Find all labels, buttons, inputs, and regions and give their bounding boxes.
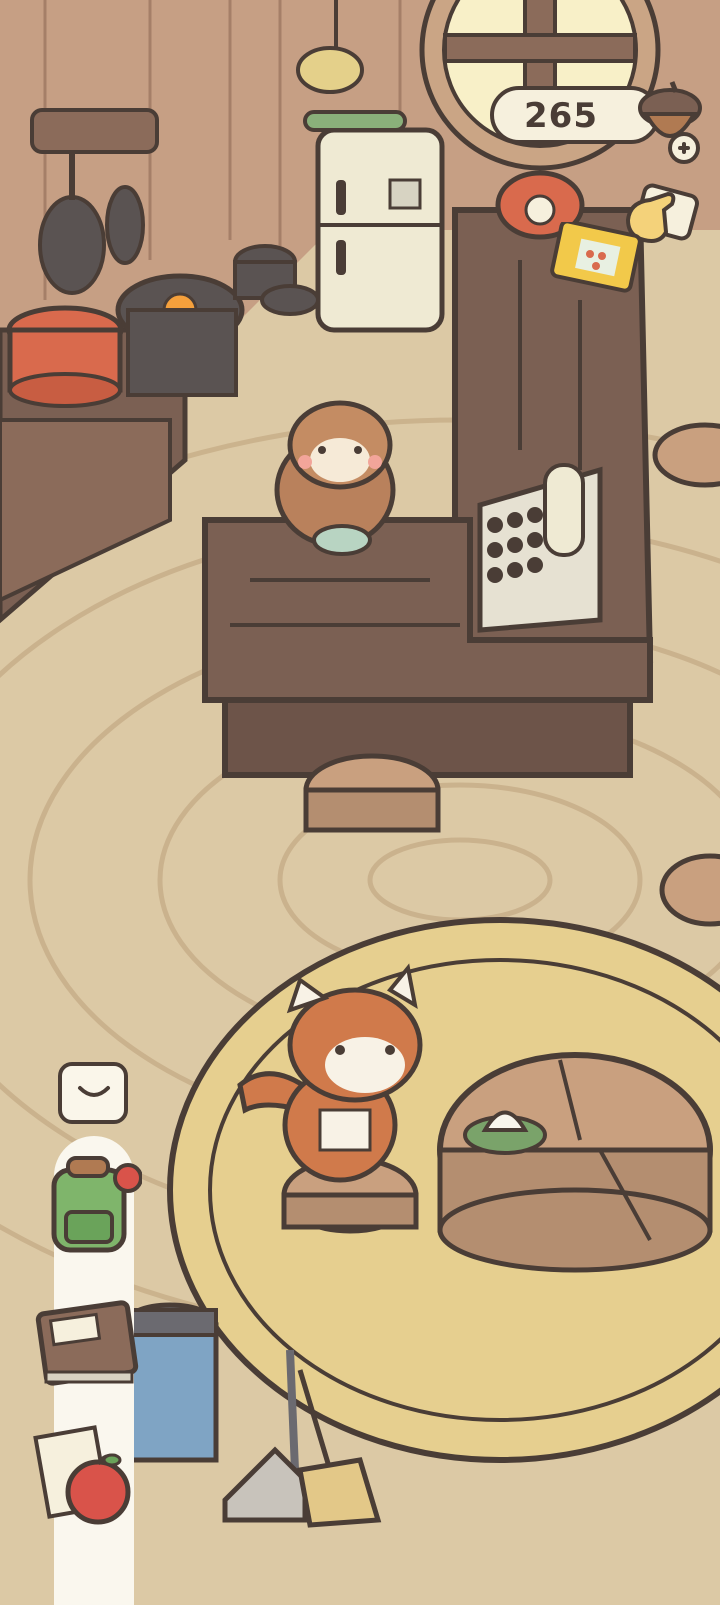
add-acorns-button[interactable] xyxy=(668,132,700,164)
recipe-book-icon[interactable] xyxy=(32,1286,142,1396)
game-screen: 265 xyxy=(0,0,720,1605)
collapse-toolbar-button[interactable] xyxy=(58,1062,128,1124)
apple-icon[interactable] xyxy=(32,1420,142,1530)
acorn-count: 265 xyxy=(524,96,598,136)
backpack-icon[interactable] xyxy=(32,1150,142,1260)
mail-icon[interactable] xyxy=(550,222,642,294)
chevron-down-icon xyxy=(78,1086,110,1097)
